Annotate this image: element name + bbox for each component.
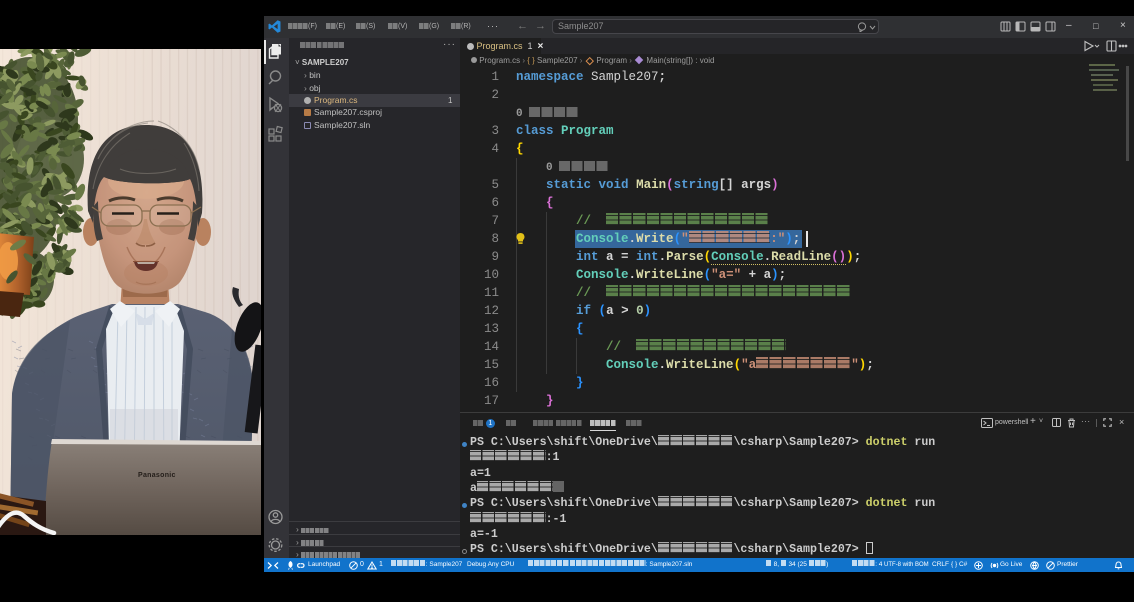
svg-text:Panasonic: Panasonic (138, 472, 176, 479)
